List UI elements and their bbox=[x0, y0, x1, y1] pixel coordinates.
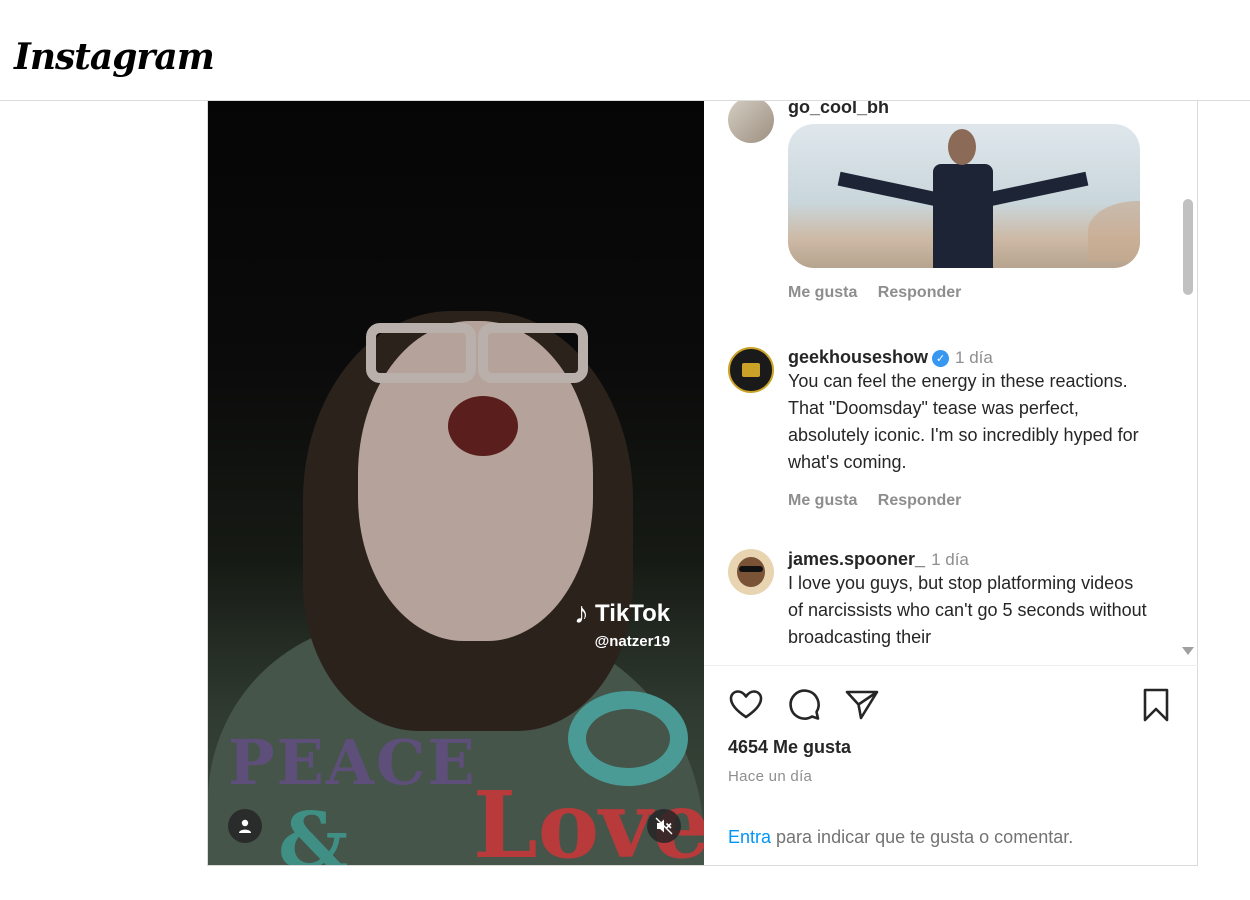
avatar[interactable] bbox=[728, 347, 774, 393]
tiktok-watermark: ♪ TikTok @natzer19 bbox=[574, 597, 671, 651]
speaker-muted-icon bbox=[655, 817, 673, 835]
comment-gif-image[interactable] bbox=[788, 124, 1140, 268]
avatar[interactable] bbox=[728, 101, 774, 143]
comment-like-button[interactable]: Me gusta bbox=[788, 284, 857, 301]
comment-text: You can feel the energy in these reactio… bbox=[788, 371, 1139, 472]
comment-bubble-icon[interactable] bbox=[786, 687, 822, 723]
user-tags-button[interactable] bbox=[228, 809, 262, 843]
scrollbar-thumb[interactable] bbox=[1183, 199, 1193, 295]
post-actions bbox=[728, 687, 1169, 723]
comment-username[interactable]: geekhouseshow bbox=[788, 347, 928, 367]
post-container: PEACE & Love ♪ TikTok @natzer19 go_cool_… bbox=[207, 101, 1198, 866]
video-glasses-left bbox=[366, 323, 476, 383]
heart-icon[interactable] bbox=[728, 687, 764, 723]
comments-panel: go_cool_bh Me gusta Responder geekhouses… bbox=[704, 101, 1198, 865]
login-link[interactable]: Entra bbox=[728, 827, 771, 847]
scroll-down-arrow-icon[interactable] bbox=[1182, 647, 1194, 655]
shirt-ampersand: & bbox=[278, 796, 349, 865]
comment-reply-button[interactable]: Responder bbox=[878, 492, 962, 509]
tiktok-handle: @natzer19 bbox=[594, 633, 671, 650]
avatar[interactable] bbox=[728, 549, 774, 595]
comment-time: 1 día bbox=[931, 550, 969, 569]
like-count[interactable]: 4654 Me gusta bbox=[728, 737, 851, 758]
tiktok-brand: TikTok bbox=[595, 600, 671, 627]
comment-reply-button[interactable]: Responder bbox=[878, 284, 962, 301]
video-mouth bbox=[448, 396, 518, 456]
comment-time: 1 día bbox=[955, 348, 993, 367]
top-bar: Instagram bbox=[0, 0, 1250, 101]
comment-username[interactable]: go_cool_bh bbox=[788, 101, 889, 117]
post-timestamp: Hace un día bbox=[728, 768, 813, 785]
login-prompt-text: para indicar que te gusta o comentar. bbox=[771, 827, 1074, 847]
comment-like-button[interactable]: Me gusta bbox=[788, 492, 857, 509]
bookmark-icon[interactable] bbox=[1138, 687, 1174, 723]
comments-list[interactable]: go_cool_bh Me gusta Responder geekhouses… bbox=[704, 101, 1198, 666]
verified-badge-icon: ✓ bbox=[932, 350, 950, 367]
person-icon bbox=[239, 819, 251, 833]
mute-button[interactable] bbox=[647, 809, 681, 843]
paper-plane-icon[interactable] bbox=[844, 687, 880, 723]
video-glasses-right bbox=[478, 323, 588, 383]
comment-username[interactable]: james.spooner_ bbox=[788, 549, 925, 569]
instagram-logo[interactable]: Instagram bbox=[14, 36, 215, 78]
shirt-text: PEACE bbox=[228, 726, 477, 799]
post-video[interactable]: PEACE & Love ♪ TikTok @natzer19 bbox=[208, 101, 704, 865]
login-prompt: Entra para indicar que te gusta o coment… bbox=[728, 827, 1073, 848]
comment-text: I love you guys, but stop platforming vi… bbox=[788, 573, 1147, 647]
tiktok-logo-icon: ♪ bbox=[574, 597, 589, 630]
comments-scrollbar[interactable] bbox=[1180, 101, 1196, 665]
